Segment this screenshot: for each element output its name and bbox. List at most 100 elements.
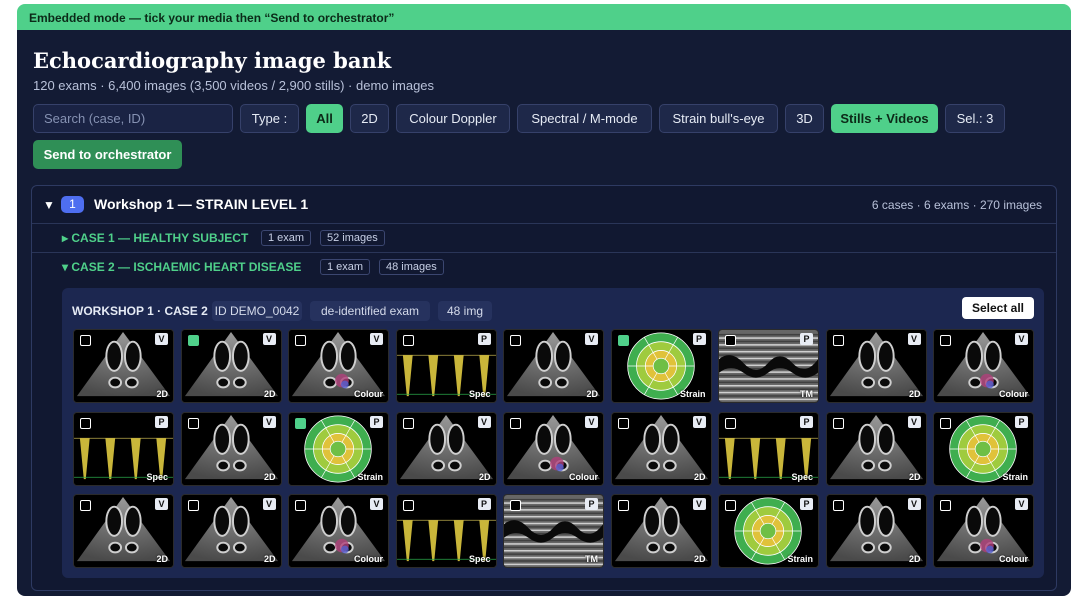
select-checkbox[interactable]	[402, 500, 414, 511]
media-kind-badge: P	[585, 498, 598, 510]
media-thumbnail[interactable]: P Strain	[933, 411, 1034, 486]
case-row-1[interactable]: ▸ CASE 1 — HEALTHY SUBJECT 1 exam 52 ima…	[32, 224, 1056, 253]
case-image-count: 48 images	[379, 259, 444, 275]
select-all-button[interactable]: Select all	[962, 297, 1034, 319]
media-thumbnail[interactable]: P Spec	[395, 329, 497, 403]
media-thumbnail[interactable]: V Colour	[288, 494, 389, 568]
media-kind-badge: V	[370, 333, 383, 345]
selection-count[interactable]: Sel.: 3	[945, 104, 1005, 133]
select-checkbox[interactable]	[510, 417, 521, 429]
select-checkbox[interactable]	[80, 500, 91, 511]
media-thumbnail[interactable]: V 2D	[610, 494, 712, 568]
select-checkbox[interactable]	[510, 500, 521, 511]
media-thumbnail[interactable]: V 2D	[73, 329, 174, 403]
select-checkbox[interactable]	[402, 417, 414, 429]
workshop-number-badge: 1	[61, 196, 84, 213]
media-type-label: 2D	[263, 554, 276, 564]
media-kind-badge: V	[585, 415, 598, 428]
media-thumbnail[interactable]: P Spec	[73, 411, 174, 486]
select-checkbox[interactable]	[510, 335, 521, 346]
collapse-caret-icon[interactable]: ▼	[43, 198, 55, 212]
embedded-mode-banner: Embedded mode — tick your media then “Se…	[17, 4, 1071, 31]
send-to-orchestrator-button[interactable]: Send to orchestrator	[33, 140, 182, 169]
select-checkbox[interactable]	[295, 500, 306, 511]
filter-3d-button[interactable]: 3D	[785, 104, 824, 133]
select-checkbox[interactable]	[295, 335, 306, 346]
select-checkbox[interactable]	[940, 500, 951, 511]
workshop-header[interactable]: ▼ 1 Workshop 1 — STRAIN LEVEL 1 6 cases …	[32, 186, 1056, 224]
media-kind-badge: V	[907, 333, 921, 345]
select-checkbox[interactable]	[617, 417, 629, 429]
filter-colour-doppler-button[interactable]: Colour Doppler	[396, 104, 510, 133]
select-checkbox[interactable]	[832, 335, 844, 346]
select-checkbox[interactable]	[832, 417, 844, 429]
media-kind-badge: V	[477, 415, 491, 428]
select-checkbox[interactable]	[940, 417, 951, 429]
media-kind-badge: V	[1015, 333, 1028, 345]
case-title[interactable]: ▾ CASE 2 — ISCHAEMIC HEART DISEASE	[62, 260, 301, 274]
media-kind-badge: V	[370, 498, 383, 510]
media-thumbnail[interactable]: P Strain	[718, 494, 819, 568]
filter-strain-button[interactable]: Strain bull's-eye	[659, 104, 778, 133]
media-thumbnail[interactable]: V 2D	[73, 494, 174, 568]
media-kind-badge: V	[1015, 498, 1028, 510]
filter-all-button[interactable]: All	[306, 104, 343, 133]
select-checkbox[interactable]	[617, 335, 629, 346]
select-checkbox[interactable]	[725, 335, 736, 346]
page-title: Echocardiography image bank	[33, 48, 392, 73]
media-thumbnail[interactable]: V Colour	[933, 329, 1034, 403]
media-thumbnail[interactable]: P Strain	[610, 329, 712, 403]
media-thumbnail[interactable]: V Colour	[288, 329, 389, 403]
select-checkbox[interactable]	[295, 417, 306, 429]
media-kind-badge: P	[800, 498, 813, 510]
media-thumbnail[interactable]: V 2D	[825, 494, 927, 568]
select-checkbox[interactable]	[725, 417, 736, 429]
media-thumbnail[interactable]: V 2D	[180, 411, 282, 486]
media-type-label: 2D	[693, 554, 706, 564]
select-checkbox[interactable]	[402, 335, 414, 346]
case-row-2[interactable]: ▾ CASE 2 — ISCHAEMIC HEART DISEASE 1 exa…	[32, 253, 1056, 282]
media-type-label: Spec	[468, 554, 491, 564]
select-checkbox[interactable]	[940, 335, 951, 346]
media-thumbnail[interactable]: P Spec	[395, 494, 497, 568]
select-checkbox[interactable]	[80, 417, 91, 429]
media-thumbnail[interactable]: V 2D	[395, 411, 497, 486]
case-title[interactable]: ▸ CASE 1 — HEALTHY SUBJECT	[62, 231, 248, 245]
media-thumbnail[interactable]: V 2D	[610, 411, 712, 486]
media-type-label: 2D	[156, 554, 168, 564]
filter-spectral-mmode-button[interactable]: Spectral / M-mode	[517, 104, 652, 133]
media-kind-badge: V	[155, 333, 168, 345]
media-thumbnail[interactable]: P TM	[503, 494, 604, 568]
media-thumbnail[interactable]: V 2D	[503, 329, 604, 403]
select-checkbox[interactable]	[80, 335, 91, 346]
stills-videos-toggle[interactable]: Stills + Videos	[831, 104, 938, 133]
select-checkbox[interactable]	[617, 500, 629, 511]
media-thumbnail[interactable]: V Colour	[503, 411, 604, 486]
media-kind-badge: V	[692, 415, 706, 428]
media-thumbnail[interactable]: P Strain	[288, 411, 389, 486]
workshop-title: Workshop 1 — STRAIN LEVEL 1	[94, 196, 309, 212]
media-thumbnail[interactable]: P TM	[718, 329, 819, 403]
media-type-label: Spec	[146, 471, 168, 482]
filter-2d-button[interactable]: 2D	[350, 104, 389, 133]
media-thumbnail[interactable]: V 2D	[180, 329, 282, 403]
media-thumbnail[interactable]: P Spec	[718, 411, 819, 486]
select-checkbox[interactable]	[187, 335, 199, 346]
media-kind-badge: P	[1015, 415, 1028, 428]
media-thumbnail[interactable]: V 2D	[825, 329, 927, 403]
media-kind-badge: P	[477, 498, 491, 510]
select-checkbox[interactable]	[187, 500, 199, 511]
search-input[interactable]: Search (case, ID)	[33, 104, 233, 133]
media-type-label: TM	[800, 389, 813, 399]
select-checkbox[interactable]	[832, 500, 844, 511]
media-thumbnail[interactable]: V Colour	[933, 494, 1034, 568]
select-checkbox[interactable]	[187, 417, 199, 429]
exam-id-tag: ID DEMO_0042	[212, 301, 302, 321]
media-type-label: 2D	[263, 471, 276, 482]
media-kind-badge: P	[155, 415, 168, 428]
media-thumbnail[interactable]: V 2D	[825, 411, 927, 486]
media-thumbnail[interactable]: V 2D	[180, 494, 282, 568]
media-type-label: Strain	[787, 554, 813, 564]
media-type-label: Spec	[791, 471, 813, 482]
select-checkbox[interactable]	[725, 500, 736, 511]
